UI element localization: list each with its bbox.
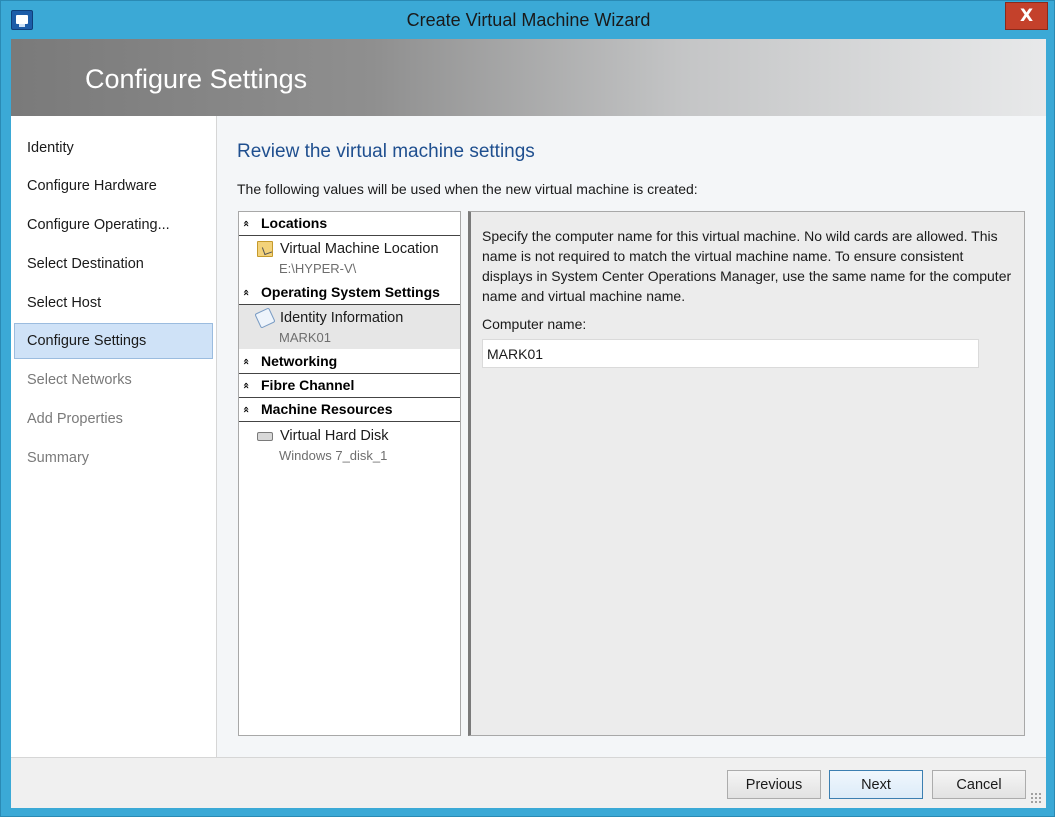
hard-disk-icon	[257, 432, 273, 441]
wizard-step-nav: Identity Configure Hardware Configure Op…	[11, 116, 217, 757]
group-operating-system-settings[interactable]: « Operating System Settings	[239, 281, 460, 305]
section-heading: Review the virtual machine settings	[237, 141, 535, 162]
cancel-button[interactable]: Cancel	[932, 770, 1026, 799]
resize-grip-icon[interactable]	[1030, 792, 1042, 804]
computer-name-input[interactable]	[482, 339, 979, 368]
wizard-content: Identity Configure Hardware Configure Op…	[11, 116, 1046, 757]
group-machine-resources[interactable]: « Machine Resources	[239, 398, 460, 422]
collapse-chevron-icon: «	[240, 381, 254, 390]
close-button[interactable]: X	[1005, 2, 1048, 30]
title-bar[interactable]: Create Virtual Machine Wizard X	[1, 1, 1055, 39]
item-value: Windows 7_disk_1	[279, 448, 388, 463]
setting-item-virtual-hard-disk[interactable]: Virtual Hard Disk Windows 7_disk_1	[239, 423, 460, 467]
page-title: Configure Settings	[85, 64, 308, 94]
item-title: Identity Information	[280, 310, 404, 326]
collapse-chevron-icon: «	[240, 405, 254, 414]
group-label: Fibre Channel	[261, 377, 355, 393]
nav-step-identity[interactable]: Identity	[14, 130, 213, 166]
computer-name-label: Computer name:	[482, 316, 587, 332]
group-label: Operating System Settings	[261, 284, 440, 300]
main-panel: Review the virtual machine settings The …	[217, 116, 1046, 757]
setting-item-vm-location[interactable]: Virtual Machine Location E:\HYPER-V\	[239, 236, 460, 280]
window-title: Create Virtual Machine Wizard	[406, 10, 651, 30]
wizard-window: Create Virtual Machine Wizard X Configur…	[0, 0, 1055, 817]
nav-step-select-networks: Select Networks	[27, 372, 132, 388]
nav-step-select-host[interactable]: Select Host	[14, 285, 213, 321]
nav-step-select-destination[interactable]: Select Destination	[14, 246, 213, 282]
collapse-chevron-icon: «	[240, 219, 254, 228]
collapse-chevron-icon: «	[240, 357, 254, 366]
setting-help-text: Specify the computer name for this virtu…	[482, 228, 1012, 304]
setting-item-identity-information[interactable]: Identity Information MARK01	[239, 305, 460, 349]
item-title: Virtual Machine Location	[280, 241, 439, 257]
group-label: Locations	[261, 215, 328, 231]
folder-icon	[257, 241, 273, 257]
next-button[interactable]: Next	[829, 770, 923, 799]
nav-step-add-properties: Add Properties	[27, 411, 123, 427]
nav-step-configure-settings[interactable]: Configure Settings	[14, 323, 213, 359]
nav-step-configure-hardware[interactable]: Configure Hardware	[14, 168, 213, 204]
collapse-chevron-icon: «	[240, 288, 254, 297]
group-locations[interactable]: « Locations	[239, 212, 460, 236]
previous-button[interactable]: Previous	[727, 770, 821, 799]
settings-list[interactable]: « Locations Virtual Machine Location E:\…	[238, 211, 461, 736]
nav-step-summary: Summary	[27, 450, 90, 466]
group-label: Networking	[261, 353, 338, 369]
setting-detail-panel: Specify the computer name for this virtu…	[468, 211, 1025, 736]
item-value: MARK01	[279, 330, 332, 345]
group-fibre-channel[interactable]: « Fibre Channel	[239, 374, 460, 398]
identity-icon	[254, 307, 276, 329]
nav-step-configure-operating-system[interactable]: Configure Operating...	[14, 207, 213, 243]
group-networking[interactable]: « Networking	[239, 350, 460, 374]
group-label: Machine Resources	[261, 401, 393, 417]
item-value: E:\HYPER-V\	[279, 261, 357, 276]
wizard-footer: Previous Next Cancel	[11, 757, 1046, 808]
section-description: The following values will be used when t…	[237, 181, 698, 197]
page-banner: Configure Settings	[11, 39, 1046, 116]
item-title: Virtual Hard Disk	[280, 428, 389, 444]
